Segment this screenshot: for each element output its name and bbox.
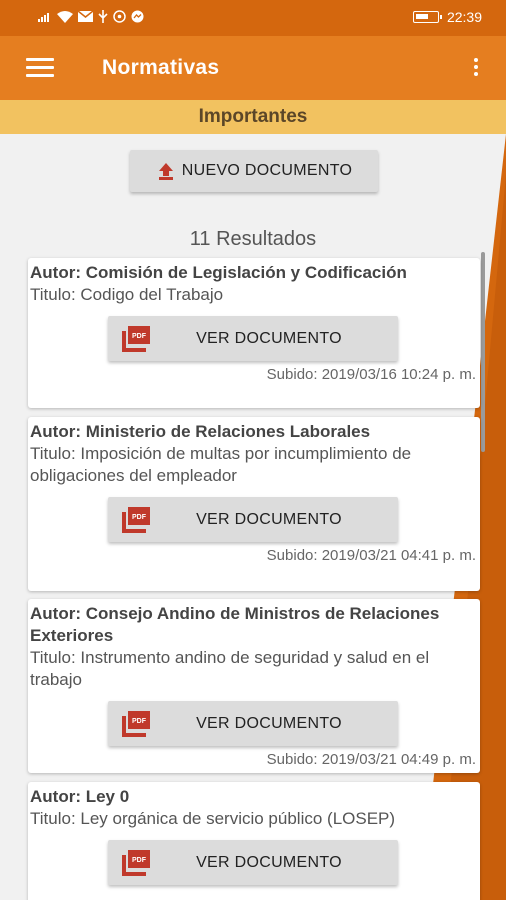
app-title: Normativas	[102, 56, 220, 79]
document-card: Autor: Comisión de Legislación y Codific…	[28, 258, 480, 408]
card-title: Titulo: Instrumento andino de seguridad …	[30, 648, 430, 689]
status-icons-left	[38, 10, 144, 23]
card-title: Titulo: Codigo del Trabajo	[30, 285, 224, 304]
card-author: Autor: Consejo Andino de Ministros de Re…	[30, 604, 440, 645]
view-document-button[interactable]: PDF VER DOCUMENTO	[108, 497, 398, 542]
app-bar: Normativas	[0, 36, 506, 100]
view-document-button[interactable]: PDF VER DOCUMENTO	[108, 316, 398, 361]
card-upload-date: Subido: 2019/03/21 04:49 p. m.	[266, 751, 476, 768]
results-count: 11 Resultados	[189, 228, 317, 250]
view-document-label: VER DOCUMENTO	[196, 853, 342, 871]
card-author: Autor: Ministerio de Relaciones Laborale…	[30, 422, 371, 441]
card-title: Titulo: Imposición de multas por incumpl…	[30, 444, 412, 485]
card-upload-date: Subido: 2019/03/16 10:24 p. m.	[266, 366, 476, 383]
card-title: Titulo: Ley orgánica de servicio público…	[30, 809, 396, 828]
card-author: Autor: Comisión de Legislación y Codific…	[30, 263, 407, 282]
view-document-button[interactable]: PDF VER DOCUMENTO	[108, 840, 398, 885]
document-card: Autor: Consejo Andino de Ministros de Re…	[28, 599, 480, 773]
menu-icon[interactable]	[26, 58, 54, 78]
clock: 22:39	[446, 9, 482, 25]
scrollbar[interactable]	[481, 252, 485, 452]
wifi-icon	[57, 10, 73, 23]
signal-icon	[38, 13, 49, 22]
view-document-label: VER DOCUMENTO	[196, 714, 342, 732]
new-document-label: NUEVO DOCUMENTO	[181, 162, 353, 179]
view-document-button[interactable]: PDF VER DOCUMENTO	[108, 701, 398, 746]
more-vert-icon[interactable]	[472, 58, 480, 80]
mail-icon	[78, 11, 93, 22]
messenger-icon	[131, 10, 144, 23]
document-card: Autor: Ministerio de Relaciones Laborale…	[28, 417, 480, 591]
upload-icon	[158, 163, 173, 180]
card-author: Autor: Ley 0	[30, 787, 130, 806]
new-document-button[interactable]: NUEVO DOCUMENTO	[130, 150, 378, 192]
view-document-label: VER DOCUMENTO	[196, 510, 342, 528]
battery-icon	[412, 11, 442, 23]
document-card: Autor: Ley 0 Titulo: Ley orgánica de ser…	[28, 782, 480, 900]
status-bar: 22:39	[0, 0, 506, 36]
card-upload-date: Subido: 2019/03/21 04:41 p. m.	[266, 547, 476, 564]
whatsapp-icon	[113, 10, 126, 23]
view-document-label: VER DOCUMENTO	[196, 329, 342, 347]
section-title: Importantes	[0, 100, 506, 134]
status-icons-right: 22:39	[412, 9, 482, 25]
usb-icon	[98, 10, 108, 23]
